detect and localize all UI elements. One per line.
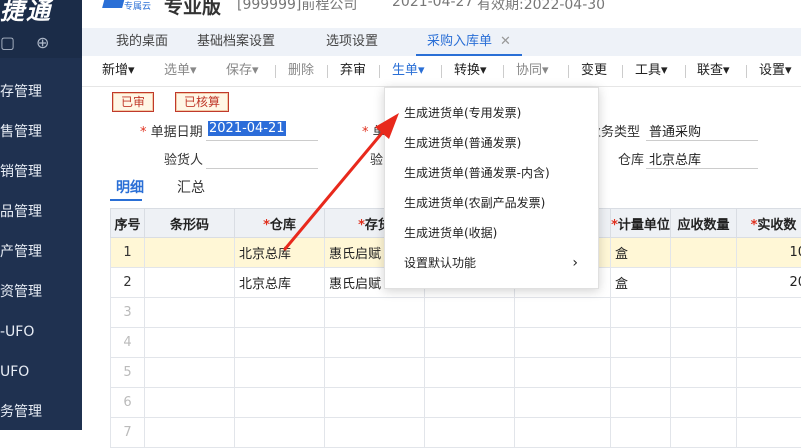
annotation-arrow-icon	[0, 0, 801, 430]
annotation-arrow-shaft	[285, 133, 382, 249]
